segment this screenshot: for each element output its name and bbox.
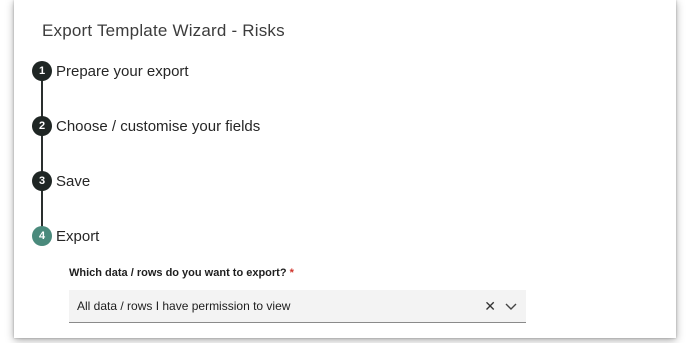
step-prepare-export[interactable]: 1 Prepare your export [32,60,189,82]
required-marker: * [289,267,294,279]
step-number-badge: 3 [32,171,52,191]
step-label: Export [56,227,100,245]
step-number-badge: 1 [32,61,52,81]
step-save[interactable]: 3 Save [32,170,90,192]
step-label: Save [56,172,91,190]
step-number-badge: 2 [32,116,52,136]
chevron-down-icon[interactable] [504,299,518,313]
step-number-badge: 4 [32,226,52,246]
export-wizard-panel: Export Template Wizard - Risks 1 Prepare… [14,0,676,338]
step-label: Choose / customise your fields [56,117,261,135]
step-choose-fields[interactable]: 2 Choose / customise your fields [32,115,260,137]
wizard-title: Export Template Wizard - Risks [42,21,285,40]
export-rows-select[interactable]: All data / rows I have permission to vie… [69,290,526,323]
export-rows-selected-value: All data / rows I have permission to vie… [77,299,291,313]
step-connector-line [41,72,43,236]
clear-icon[interactable]: ✕ [484,298,496,315]
field-label-text: Which data / rows do you want to export? [69,267,287,279]
export-rows-field-label: Which data / rows do you want to export?… [69,267,294,279]
step-export[interactable]: 4 Export [32,225,99,247]
step-label: Prepare your export [56,62,189,80]
